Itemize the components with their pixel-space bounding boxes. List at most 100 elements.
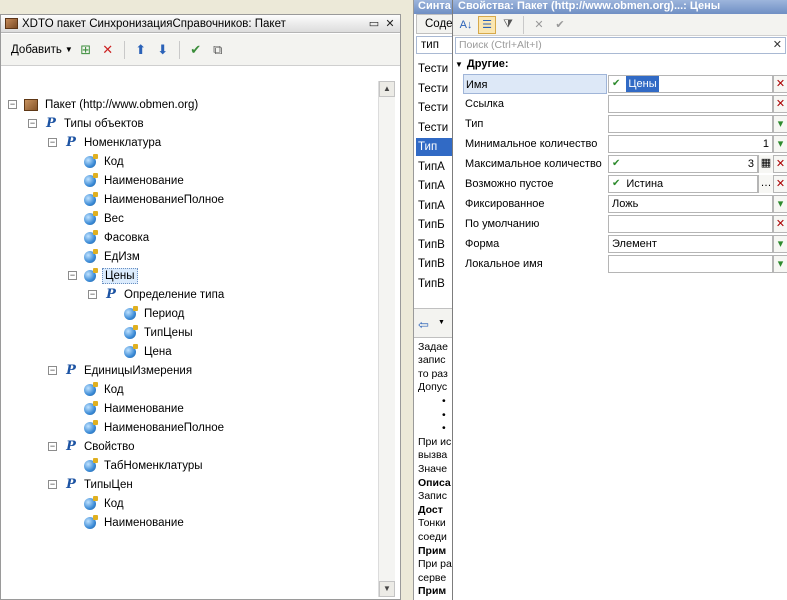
tree-node[interactable]: − P ТипыЦен — [48, 475, 135, 494]
collapse-toggle-icon[interactable]: − — [88, 290, 97, 299]
dropdown-arrow-icon[interactable]: ▾ — [773, 115, 787, 133]
sort-alpha-icon[interactable]: A↓ — [457, 16, 475, 34]
tree-node[interactable]: − P Определение типа — [88, 285, 226, 304]
properties-search-input[interactable]: Поиск (Ctrl+Alt+I) ✕ — [455, 37, 786, 54]
collapse-triangle-icon[interactable]: ▼ — [455, 60, 463, 69]
property-row[interactable]: Ссылка ✕ — [463, 94, 787, 114]
export-icon[interactable]: ⧉ — [209, 41, 227, 59]
syntax-list-item[interactable]: Тести — [418, 119, 448, 137]
tree-node[interactable]: НаименованиеПолное — [84, 190, 226, 209]
tree-node[interactable]: Наименование — [84, 399, 186, 418]
clear-value-icon[interactable]: ✕ — [773, 175, 787, 193]
property-row[interactable]: Имя ✔ Цены ✕ — [463, 74, 787, 94]
clear-value-icon[interactable]: ✕ — [773, 75, 787, 93]
property-row[interactable]: По умолчанию ✕ — [463, 214, 787, 234]
add-button[interactable]: Добавить ▼ — [11, 40, 73, 60]
filter-icon[interactable]: ⧩ — [499, 16, 517, 34]
minimize-icon[interactable]: ▭ — [368, 18, 380, 30]
tree-node[interactable]: − P Свойство — [48, 437, 137, 456]
scroll-down-icon[interactable]: ▼ — [379, 581, 395, 597]
property-value-field[interactable]: ✔ Цены — [608, 75, 773, 93]
tree-node[interactable]: − Цены — [68, 266, 138, 285]
collapse-toggle-icon[interactable]: − — [48, 138, 57, 147]
tree-node[interactable]: Код — [84, 494, 126, 513]
tree-node[interactable]: Вес — [84, 209, 126, 228]
collapse-toggle-icon[interactable]: − — [48, 366, 57, 375]
tree-node[interactable]: Фасовка — [84, 228, 151, 247]
collapse-toggle-icon[interactable]: − — [8, 100, 17, 109]
syntax-search-input[interactable]: тип — [416, 36, 453, 54]
close-icon[interactable]: ✕ — [384, 18, 396, 30]
clear-icon[interactable]: ✕ — [530, 16, 548, 34]
clear-value-icon[interactable]: ✕ — [773, 95, 787, 113]
tree-node[interactable]: Период — [124, 304, 186, 323]
syntax-list-item[interactable]: ТипВ — [418, 255, 445, 273]
tree-node[interactable]: Наименование — [84, 171, 186, 190]
group-by-category-icon[interactable]: ☰ — [478, 15, 496, 34]
property-value-field[interactable]: Ложь — [608, 195, 773, 213]
select-ellipsis-button[interactable]: … — [758, 175, 773, 193]
delete-icon[interactable]: ✕ — [99, 41, 117, 59]
tree-node[interactable]: − P Типы объектов — [28, 114, 146, 133]
dropdown-arrow-icon[interactable]: ▾ — [773, 195, 787, 213]
tab-contents[interactable]: Соде — [416, 14, 453, 34]
property-row[interactable]: Минимальное количество 1 ▾ — [463, 134, 787, 154]
dropdown-arrow-icon[interactable]: ▾ — [773, 235, 787, 253]
syntax-list-item[interactable]: ТипА — [418, 197, 445, 215]
tree-node[interactable]: Код — [84, 152, 126, 171]
property-value-field[interactable] — [608, 115, 773, 133]
property-row[interactable]: Максимальное количество ▦ ✔ 3 ✕ — [463, 154, 787, 174]
syntax-list-item[interactable]: ТипА — [418, 158, 445, 176]
property-value-field[interactable]: 1 — [608, 135, 773, 153]
property-value-field[interactable]: Элемент — [608, 235, 773, 253]
clear-value-icon[interactable]: ✕ — [773, 155, 787, 173]
check-icon[interactable]: ✔ — [187, 41, 205, 59]
tree-node[interactable]: Код — [84, 380, 126, 399]
properties-title[interactable]: Свойства: Пакет (http://www.obmen.org)..… — [453, 0, 787, 14]
dropdown-arrow-icon[interactable]: ▾ — [773, 255, 787, 273]
tree-scrollbar[interactable]: ▲ ▼ — [378, 81, 395, 597]
dropdown-arrow-icon[interactable]: ▼ — [438, 319, 445, 326]
collapse-toggle-icon[interactable]: − — [48, 480, 57, 489]
dropdown-arrow-icon[interactable]: ▾ — [773, 135, 787, 153]
add-item-icon[interactable]: ⊞ — [77, 41, 95, 59]
property-row[interactable]: Форма Элемент ▾ — [463, 234, 787, 254]
property-value-field[interactable]: ✔ 3 — [608, 155, 758, 173]
property-row[interactable]: Возможно пустое … ✔ Истина ✕ — [463, 174, 787, 194]
property-value-field[interactable] — [608, 255, 773, 273]
syntax-list-item[interactable]: Тести — [418, 99, 448, 117]
syntax-list-item[interactable]: Тип — [416, 138, 453, 156]
calculator-icon[interactable]: ▦ — [758, 155, 773, 173]
tree-node[interactable]: ТипЦены — [124, 323, 195, 342]
apply-icon[interactable]: ✔ — [551, 16, 569, 34]
property-row[interactable]: Локальное имя ▾ — [463, 254, 787, 274]
tree-node[interactable]: − Пакет (http://www.obmen.org) — [8, 95, 200, 114]
collapse-toggle-icon[interactable]: − — [48, 442, 57, 451]
clear-value-icon[interactable]: ✕ — [773, 215, 787, 233]
syntax-list-item[interactable]: ТипВ — [418, 275, 445, 293]
move-down-icon[interactable]: ⬇ — [154, 41, 172, 59]
property-value-field[interactable] — [608, 215, 773, 233]
property-row[interactable]: Фиксированное Ложь ▾ — [463, 194, 787, 214]
package-tree[interactable]: − Пакет (http://www.obmen.org) − P Типы объе… — [2, 81, 376, 597]
left-window-titlebar[interactable]: XDTO пакет СинхронизацияСправочников: Па… — [1, 15, 400, 33]
syntax-list-item[interactable]: Тести — [418, 60, 448, 78]
collapse-toggle-icon[interactable]: − — [68, 271, 77, 280]
property-row[interactable]: Тип ▾ — [463, 114, 787, 134]
syntax-list-item[interactable]: Тести — [418, 80, 448, 98]
move-up-icon[interactable]: ⬆ — [132, 41, 150, 59]
collapse-toggle-icon[interactable]: − — [28, 119, 37, 128]
clear-search-icon[interactable]: ✕ — [773, 38, 782, 53]
property-value-field[interactable]: ✔ Истина — [608, 175, 758, 193]
scroll-up-icon[interactable]: ▲ — [379, 81, 395, 97]
tree-node[interactable]: Наименование — [84, 513, 186, 532]
tree-node[interactable]: ТабНоменклатуры — [84, 456, 205, 475]
syntax-list-item[interactable]: ТипБ — [418, 216, 445, 234]
tree-node[interactable]: Цена — [124, 342, 174, 361]
syntax-list-item[interactable]: ТипА — [418, 177, 445, 195]
syntax-list-item[interactable]: ТипВ — [418, 236, 445, 254]
tree-node[interactable]: − P Номенклатура — [48, 133, 163, 152]
tree-node[interactable]: ЕдИзм — [84, 247, 142, 266]
property-value-field[interactable] — [608, 95, 773, 113]
group-other[interactable]: ▼ Другие: — [455, 58, 509, 70]
